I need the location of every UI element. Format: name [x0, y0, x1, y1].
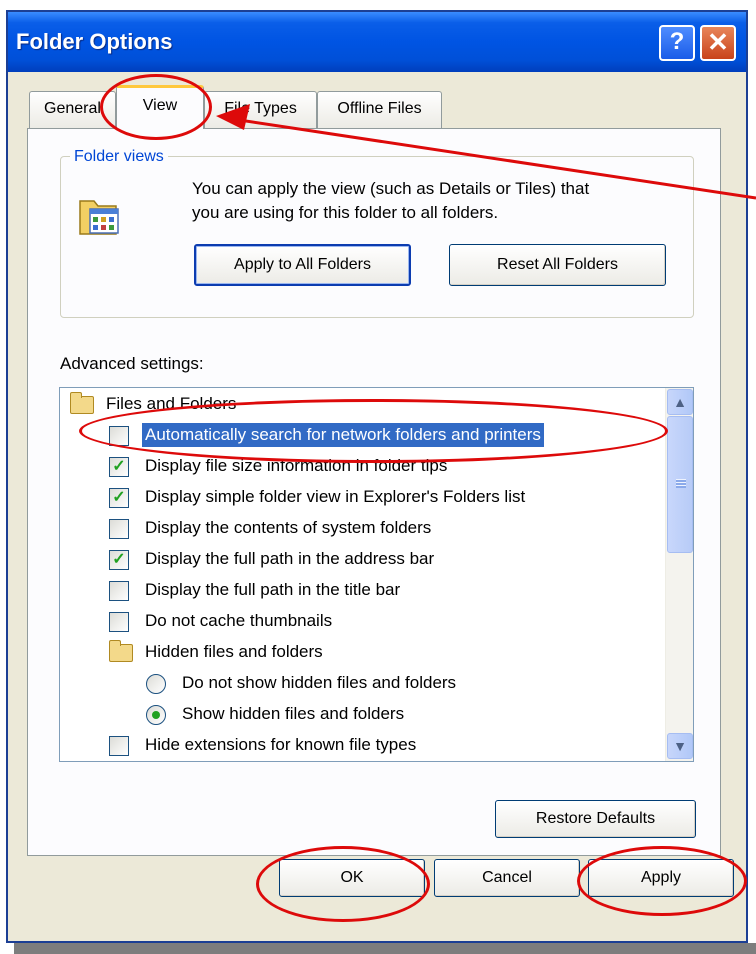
list-item-label: Display the contents of system folders: [145, 518, 432, 537]
list-item-hide-extensions[interactable]: Hide extensions for known file types: [60, 731, 664, 761]
scroll-thumb[interactable]: [667, 416, 693, 553]
folder-views-label: Folder views: [70, 148, 168, 166]
list-item-simple-folder-view[interactable]: ✓ Display simple folder view in Explorer…: [60, 483, 664, 514]
advanced-settings-list[interactable]: Files and Folders Automatically search f…: [59, 387, 694, 762]
list-item-files-and-folders[interactable]: Files and Folders: [60, 390, 664, 421]
list-item-label: Do not show hidden files and folders: [182, 673, 457, 692]
checkbox-checked[interactable]: ✓: [109, 550, 129, 570]
list-item-label: Display the full path in the address bar: [145, 549, 435, 568]
description-line-2: you are using for this folder to all fol…: [192, 203, 499, 222]
list-item-label: Display the full path in the title bar: [145, 580, 401, 599]
tab-offline-files[interactable]: Offline Files: [317, 91, 442, 128]
reset-all-folders-button[interactable]: Reset All Folders: [449, 244, 666, 286]
description-line-1: You can apply the view (such as Details …: [192, 179, 590, 198]
list-item-label: Automatically search for network folders…: [142, 423, 544, 447]
scroll-down-icon[interactable]: ▼: [667, 733, 693, 759]
list-item-do-not-show-hidden[interactable]: Do not show hidden files and folders: [60, 669, 664, 700]
list-item-system-folders[interactable]: Display the contents of system folders: [60, 514, 664, 545]
list-item-label: Show hidden files and folders: [182, 704, 405, 723]
window-shadow: [14, 943, 756, 954]
tab-general[interactable]: General: [29, 91, 116, 128]
radio-button[interactable]: [146, 674, 166, 694]
tab-view[interactable]: View: [116, 85, 204, 129]
list-item-show-hidden[interactable]: Show hidden files and folders: [60, 700, 664, 731]
apply-to-all-folders-button[interactable]: Apply to All Folders: [194, 244, 411, 286]
title-bar[interactable]: Folder Options ? ✕: [8, 12, 746, 72]
cancel-button[interactable]: Cancel: [434, 859, 580, 897]
scroll-up-icon[interactable]: ▲: [667, 389, 693, 415]
checkbox[interactable]: [109, 612, 129, 632]
list-item-label: Do not cache thumbnails: [145, 611, 333, 630]
folder-icon: [70, 392, 94, 414]
checkbox[interactable]: [109, 426, 129, 446]
restore-defaults-button[interactable]: Restore Defaults: [495, 800, 696, 838]
apply-button[interactable]: Apply: [588, 859, 734, 897]
radio-button-selected[interactable]: [146, 705, 166, 725]
list-item-label: Hidden files and folders: [145, 642, 323, 661]
list-item-cache-thumbnails[interactable]: Do not cache thumbnails: [60, 607, 664, 638]
list-item-label: Display file size information in folder …: [145, 456, 448, 475]
window-title: Folder Options: [16, 29, 173, 54]
ok-button[interactable]: OK: [279, 859, 425, 897]
list-item-path-title-bar[interactable]: Display the full path in the title bar: [60, 576, 664, 607]
help-button[interactable]: ?: [659, 25, 695, 61]
checkbox[interactable]: [109, 581, 129, 601]
list-item-label: Hide extensions for known file types: [145, 735, 417, 754]
list-item-auto-search[interactable]: Automatically search for network folders…: [60, 421, 664, 452]
list-item-path-address-bar[interactable]: ✓ Display the full path in the address b…: [60, 545, 664, 576]
checkbox-checked[interactable]: ✓: [109, 457, 129, 477]
tab-file-types[interactable]: File Types: [204, 91, 317, 128]
checkbox[interactable]: [109, 736, 129, 756]
folder-icon: [109, 640, 133, 662]
list-item-label: Display simple folder view in Explorer's…: [145, 487, 526, 506]
close-button[interactable]: ✕: [700, 25, 736, 61]
list-item-file-size-info[interactable]: ✓ Display file size information in folde…: [60, 452, 664, 483]
vertical-scrollbar[interactable]: ▲ ▼: [665, 388, 693, 761]
checkbox[interactable]: [109, 519, 129, 539]
folder-views-description: You can apply the view (such as Details …: [192, 177, 589, 225]
list-item-hidden-files-group[interactable]: Hidden files and folders: [60, 638, 664, 669]
advanced-settings-label: Advanced settings:: [60, 354, 204, 373]
list-item-label: Files and Folders: [106, 394, 237, 413]
folder-views-icon: [78, 193, 124, 237]
checkbox-checked[interactable]: ✓: [109, 488, 129, 508]
